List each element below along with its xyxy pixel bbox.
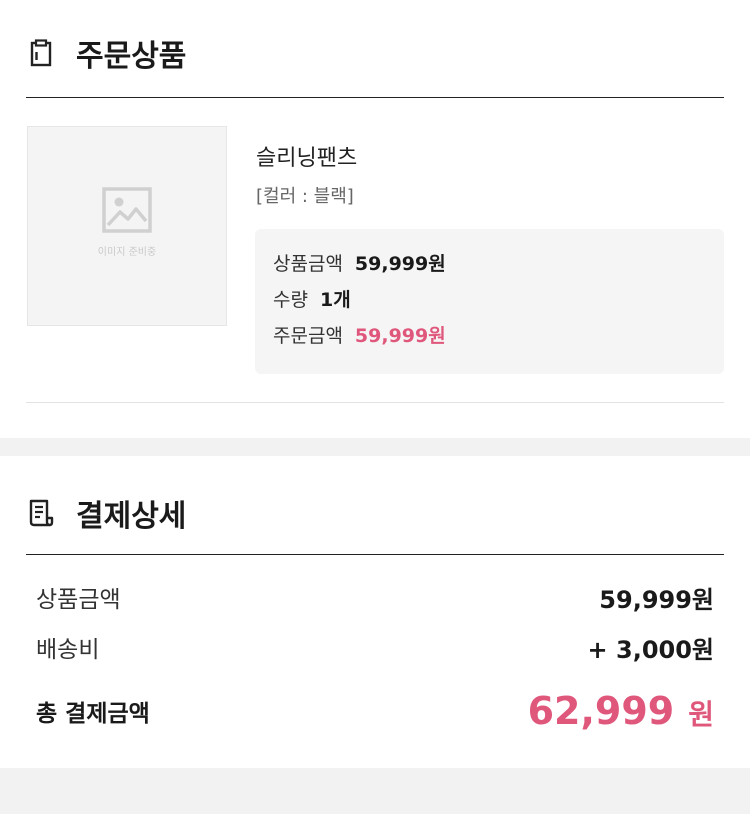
page-title: 주문상품 (76, 39, 187, 74)
quantity-label: 수량 (273, 289, 308, 311)
bottom-gap (0, 768, 750, 814)
image-placeholder-icon (102, 186, 152, 233)
shipping-fee-row: 배송비 + 3,000원 (36, 628, 714, 666)
order-price-label: 주문금액 (273, 325, 343, 347)
receipt-icon (29, 499, 54, 527)
order-price-row: 주문금액 59,999원 (273, 321, 706, 357)
product-price-label: 상품금액 (273, 253, 343, 275)
payment-product-price-label: 상품금액 (36, 587, 121, 613)
header-divider (26, 97, 724, 98)
total-amount: 62,999 (527, 689, 675, 733)
order-header: 주문상품 (26, 30, 724, 76)
payment-header: 결제상세 (26, 490, 724, 536)
thumbnail-caption: 이미지 준비중 (97, 246, 157, 258)
clipboard-icon (30, 39, 52, 67)
product-name[interactable]: 슬리닝팬츠 (256, 140, 357, 172)
quantity-value: 1개 (319, 289, 351, 311)
order-price-value: 59,999원 (354, 325, 446, 347)
shipping-fee-label: 배송비 (36, 637, 100, 663)
payment-product-price-row: 상품금액 59,999원 (36, 578, 714, 616)
payment-product-price-value: 59,999원 (599, 585, 714, 614)
product-price-row: 상품금액 59,999원 (273, 249, 706, 285)
product-price-value: 59,999원 (354, 253, 446, 275)
price-summary-box: 상품금액 59,999원 수량 1개 주문금액 59,999원 (255, 229, 724, 374)
total-currency-unit: 원 (688, 698, 714, 731)
total-payment-label: 총 결제금액 (36, 701, 150, 727)
order-products-section: 주문상품 이미지 준비중 슬리닝팬츠 [컬러 : 블랙] 상품금액 59,999… (0, 0, 750, 438)
total-payment-value: 62,999 원 (528, 689, 714, 733)
product-divider (26, 402, 724, 403)
payment-title: 결제상세 (76, 499, 187, 534)
quantity-row: 수량 1개 (273, 285, 706, 321)
total-payment-row: 총 결제금액 62,999 원 (36, 686, 714, 736)
product-option: [컬러 : 블랙] (256, 186, 354, 207)
shipping-fee-value: + 3,000원 (587, 635, 714, 664)
product-thumbnail[interactable]: 이미지 준비중 (27, 126, 227, 326)
section-gap (0, 438, 750, 456)
payment-header-divider (26, 554, 724, 555)
